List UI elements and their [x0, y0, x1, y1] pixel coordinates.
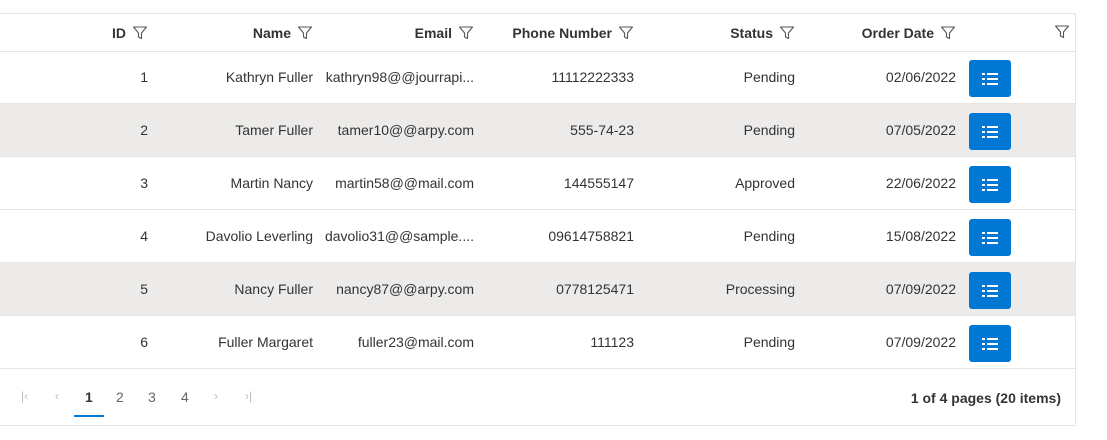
- filter-icon[interactable]: [297, 25, 313, 41]
- table-row[interactable]: 1 Kathryn Fuller kathryn98@@jourrapi... …: [0, 51, 1075, 104]
- column-header-email[interactable]: Email: [319, 14, 474, 51]
- cell-status: Pending: [743, 122, 795, 138]
- cell-email: nancy87@@arpy.com: [319, 263, 474, 315]
- cell-email: davolio31@@sample....: [319, 210, 474, 262]
- page-button-1[interactable]: 1: [85, 389, 93, 405]
- list-icon: [982, 231, 998, 244]
- table-row[interactable]: 4 Davolio Leverling davolio31@@sample...…: [0, 210, 1075, 263]
- filter-icon[interactable]: [1054, 24, 1070, 40]
- cell-phone: 144555147: [563, 175, 634, 191]
- cell-id: 3: [140, 175, 148, 191]
- row-details-button[interactable]: [969, 166, 1011, 203]
- active-page-indicator: [74, 415, 104, 417]
- cell-id: 5: [140, 281, 148, 297]
- last-page-icon[interactable]: ›|: [245, 389, 252, 403]
- column-header-phone[interactable]: Phone Number: [480, 14, 634, 51]
- cell-order-date: 07/09/2022: [885, 281, 956, 297]
- cell-status: Approved: [735, 175, 795, 191]
- table-row[interactable]: 6 Fuller Margaret fuller23@mail.com 1111…: [0, 316, 1075, 369]
- cell-email: kathryn98@@jourrapi...: [319, 51, 474, 103]
- cell-order-date: 15/08/2022: [885, 228, 956, 244]
- cell-order-date: 22/06/2022: [885, 175, 956, 191]
- filter-icon[interactable]: [779, 25, 795, 41]
- column-header-label: Email: [414, 24, 452, 41]
- list-icon: [982, 72, 998, 85]
- data-grid: ID Name Email Phone Number Status Order …: [0, 13, 1076, 426]
- list-icon: [982, 337, 998, 350]
- column-header-name[interactable]: Name: [157, 14, 313, 51]
- column-header-label: Status: [730, 24, 773, 41]
- first-page-icon[interactable]: |‹: [21, 389, 28, 403]
- cell-email: tamer10@@arpy.com: [319, 104, 474, 156]
- table-row[interactable]: 5 Nancy Fuller nancy87@@arpy.com 0778125…: [0, 263, 1075, 316]
- cell-phone: 111123: [590, 334, 634, 350]
- list-icon: [982, 284, 998, 297]
- column-header-id[interactable]: ID: [0, 14, 153, 51]
- cell-email-text: nancy87@@arpy.com: [336, 281, 474, 297]
- cell-phone: 555-74-23: [570, 122, 634, 138]
- cell-id: 4: [140, 228, 148, 244]
- cell-email-text: martin58@@mail.com: [335, 175, 474, 191]
- filter-icon[interactable]: [618, 25, 634, 41]
- cell-phone: 11112222333: [551, 69, 634, 85]
- previous-page-icon[interactable]: ‹: [55, 389, 59, 403]
- cell-email-text: tamer10@@arpy.com: [337, 122, 474, 138]
- cell-order-date: 02/06/2022: [885, 69, 956, 85]
- cell-email: martin58@@mail.com: [319, 157, 474, 209]
- page-button-4[interactable]: 4: [181, 389, 189, 405]
- grid-header: ID Name Email Phone Number Status Order …: [0, 14, 1075, 52]
- cell-status: Pending: [743, 69, 795, 85]
- cell-status: Processing: [725, 281, 795, 297]
- cell-name: Davolio Leverling: [205, 228, 313, 244]
- cell-id: 6: [140, 334, 148, 350]
- cell-status: Pending: [743, 334, 795, 350]
- row-details-button[interactable]: [969, 325, 1011, 362]
- cell-email-text: davolio31@@sample....: [324, 228, 474, 244]
- table-row[interactable]: 2 Tamer Fuller tamer10@@arpy.com 555-74-…: [0, 104, 1075, 157]
- row-details-button[interactable]: [969, 219, 1011, 256]
- filter-icon[interactable]: [940, 25, 956, 41]
- cell-id: 1: [140, 69, 148, 85]
- filter-icon[interactable]: [458, 25, 474, 41]
- cell-order-date: 07/05/2022: [885, 122, 956, 138]
- column-header-status[interactable]: Status: [640, 14, 795, 51]
- page-button-2[interactable]: 2: [116, 389, 124, 405]
- row-details-button[interactable]: [969, 272, 1011, 309]
- cell-name: Nancy Fuller: [234, 281, 313, 297]
- cell-order-date: 07/09/2022: [885, 334, 956, 350]
- cell-email-text: fuller23@mail.com: [357, 334, 474, 350]
- list-icon: [982, 178, 998, 191]
- pager-info: 1 of 4 pages (20 items): [910, 390, 1061, 406]
- column-header-label: ID: [112, 24, 126, 41]
- page-button-3[interactable]: 3: [148, 389, 156, 405]
- list-icon: [982, 125, 998, 138]
- pager: |‹ ‹ 1 2 3 4 › ›| 1 of 4 pages (20 items…: [0, 370, 1075, 426]
- cell-phone: 09614758821: [548, 228, 634, 244]
- cell-name: Fuller Margaret: [218, 334, 313, 350]
- cell-status: Pending: [743, 228, 795, 244]
- column-header-label: Phone Number: [512, 24, 612, 41]
- cell-name: Kathryn Fuller: [225, 69, 313, 85]
- cell-name: Martin Nancy: [230, 175, 313, 191]
- cell-phone: 0778125471: [556, 281, 634, 297]
- column-header-label: Order Date: [861, 24, 934, 41]
- table-row[interactable]: 3 Martin Nancy martin58@@mail.com 144555…: [0, 157, 1075, 210]
- column-header-order-date[interactable]: Order Date: [801, 14, 956, 51]
- cell-email: fuller23@mail.com: [319, 316, 474, 368]
- cell-name: Tamer Fuller: [235, 122, 313, 138]
- filter-icon[interactable]: [132, 25, 148, 41]
- row-details-button[interactable]: [969, 60, 1011, 97]
- next-page-icon[interactable]: ›: [214, 389, 218, 403]
- cell-email-text: kathryn98@@jourrapi...: [325, 69, 474, 85]
- column-header-label: Name: [252, 24, 291, 41]
- row-details-button[interactable]: [969, 113, 1011, 150]
- cell-id: 2: [140, 122, 148, 138]
